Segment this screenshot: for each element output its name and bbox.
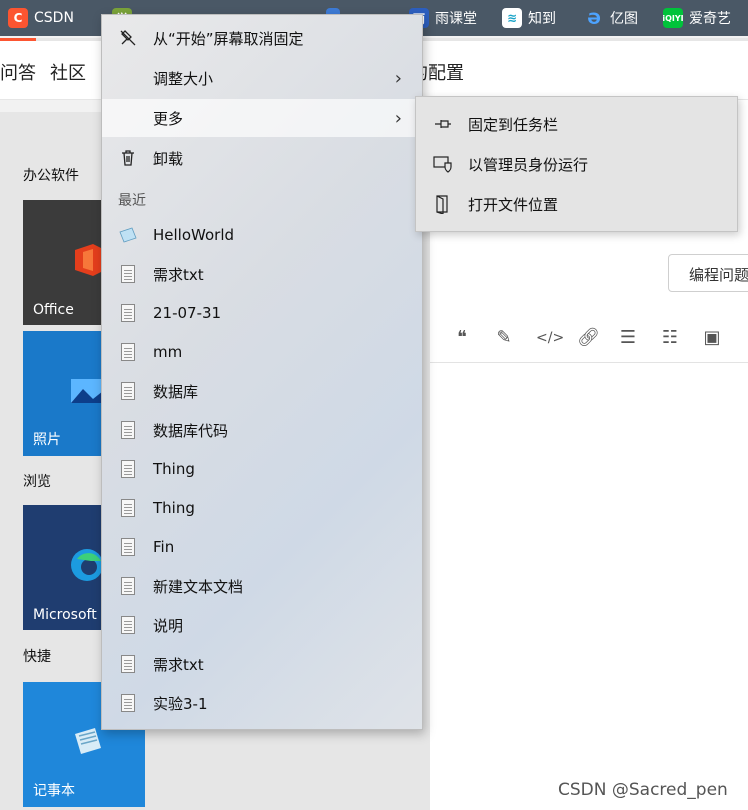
recent-item-label: Thing bbox=[153, 499, 195, 517]
document-icon bbox=[118, 537, 138, 557]
nav-item-shequ[interactable]: 社区 bbox=[50, 59, 86, 85]
document-icon bbox=[118, 654, 138, 674]
menu-item-unpin[interactable]: 从“开始”屏幕取消固定 bbox=[102, 19, 422, 57]
recent-item-label: 实验3-1 bbox=[153, 694, 208, 713]
bookmark-label: 雨课堂 bbox=[435, 11, 477, 27]
quote-icon[interactable]: ❝ bbox=[452, 328, 472, 348]
recent-item[interactable]: 实验3-1 bbox=[102, 684, 422, 722]
document-icon bbox=[118, 420, 138, 440]
document-icon bbox=[118, 693, 138, 713]
tile-label: 记事本 bbox=[33, 783, 75, 799]
submenu-item-label: 以管理员身份运行 bbox=[468, 155, 589, 174]
recent-item[interactable]: 需求txt bbox=[102, 645, 422, 683]
bookmark-yitu[interactable]: Ə 亿图 bbox=[584, 0, 638, 36]
menu-item-more[interactable]: 更多 › bbox=[102, 99, 422, 137]
document-icon bbox=[118, 615, 138, 635]
tile-label: 照片 bbox=[33, 432, 61, 448]
trash-icon bbox=[118, 148, 138, 168]
link-icon[interactable]: 🔗︎ bbox=[577, 328, 600, 348]
tile-label: Microsoft bbox=[33, 607, 97, 623]
csdn-logo-icon: C bbox=[8, 8, 28, 28]
submenu-item-label: 打开文件位置 bbox=[468, 195, 559, 214]
chevron-right-icon: › bbox=[394, 67, 402, 89]
recent-item-label: 数据库 bbox=[153, 382, 199, 401]
submenu-item-run-as-admin[interactable]: 以管理员身份运行 bbox=[416, 145, 737, 183]
submenu-item-pin-taskbar[interactable]: 固定到任务栏 bbox=[416, 105, 737, 143]
programming-question-button[interactable]: 编程问题 bbox=[668, 254, 748, 292]
document-icon bbox=[118, 498, 138, 518]
pin-taskbar-icon bbox=[433, 114, 453, 134]
iqiyi-icon: iQIYI bbox=[662, 8, 684, 28]
open-folder-icon bbox=[433, 194, 453, 214]
submenu-item-open-location[interactable]: 打开文件位置 bbox=[416, 185, 737, 223]
bookmark-zhidao[interactable]: ≋ 知到 bbox=[502, 0, 556, 36]
recent-item[interactable]: 21-07-31 bbox=[102, 294, 422, 332]
menu-item-label: 更多 bbox=[153, 109, 184, 128]
recent-item-label: 需求txt bbox=[153, 655, 204, 674]
recent-item-label: 数据库代码 bbox=[153, 421, 229, 440]
group-label-browse: 浏览 bbox=[23, 474, 51, 490]
recent-item-label: mm bbox=[153, 343, 183, 361]
recent-item-label: 需求txt bbox=[153, 265, 204, 284]
chevron-right-icon: › bbox=[394, 107, 402, 129]
recent-item-label: 说明 bbox=[153, 616, 184, 635]
nav-active-underline bbox=[0, 38, 36, 41]
group-label-office: 办公软件 bbox=[23, 168, 79, 184]
bookmark-iqiyi[interactable]: iQIYI 爱奇艺 bbox=[662, 0, 731, 36]
recent-item[interactable]: Fin bbox=[102, 528, 422, 566]
watermark: CSDN @Sacred_pen bbox=[558, 780, 728, 800]
document-icon bbox=[118, 459, 138, 479]
recent-item[interactable]: 说明 bbox=[102, 606, 422, 644]
editor-divider bbox=[430, 362, 748, 363]
menu-item-label: 卸载 bbox=[153, 149, 184, 168]
notepad-icon bbox=[118, 225, 138, 245]
context-menu: 从“开始”屏幕取消固定 调整大小 › 更多 › 卸载 最近 HelloWorld… bbox=[101, 14, 423, 730]
code-icon[interactable]: </> bbox=[536, 328, 564, 348]
yitu-icon: Ə bbox=[587, 8, 601, 28]
recent-item[interactable]: Thing bbox=[102, 450, 422, 488]
numbered-list-icon[interactable]: ☷ bbox=[660, 328, 680, 348]
recent-item[interactable]: 数据库代码 bbox=[102, 411, 422, 449]
image-icon[interactable]: ▣ bbox=[702, 328, 722, 348]
recent-item[interactable]: HelloWorld bbox=[102, 216, 422, 254]
nav-item-wenda[interactable]: 问答 bbox=[0, 59, 36, 85]
bookmark-label: CSDN bbox=[34, 10, 74, 26]
recent-item[interactable]: 新建文本文档 bbox=[102, 567, 422, 605]
menu-item-label: 从“开始”屏幕取消固定 bbox=[153, 29, 304, 48]
bullet-list-icon[interactable]: ☰ bbox=[618, 328, 638, 348]
recent-item[interactable]: 需求txt bbox=[102, 255, 422, 293]
tile-label: Office bbox=[33, 302, 74, 318]
admin-shield-icon bbox=[433, 154, 453, 174]
more-submenu: 固定到任务栏 以管理员身份运行 打开文件位置 bbox=[415, 96, 738, 232]
group-label-shortcut: 快捷 bbox=[23, 649, 51, 665]
submenu-item-label: 固定到任务栏 bbox=[468, 115, 559, 134]
document-icon bbox=[118, 381, 138, 401]
unpin-icon bbox=[118, 28, 138, 48]
document-icon bbox=[118, 303, 138, 323]
bookmark-label: 爱奇艺 bbox=[689, 11, 731, 27]
recent-item-label: 新建文本文档 bbox=[153, 577, 244, 596]
document-icon bbox=[118, 342, 138, 362]
bookmark-label: 知到 bbox=[528, 11, 556, 27]
document-icon bbox=[118, 264, 138, 284]
zhidao-icon: ≋ bbox=[502, 8, 522, 28]
recent-item-label: HelloWorld bbox=[153, 226, 235, 244]
recent-section-title: 最近 bbox=[118, 193, 146, 209]
recent-item[interactable]: mm bbox=[102, 333, 422, 371]
recent-item[interactable]: 数据库 bbox=[102, 372, 422, 410]
recent-item-label: Thing bbox=[153, 460, 195, 478]
recent-item-label: 21-07-31 bbox=[153, 304, 222, 322]
bookmark-label: 亿图 bbox=[610, 11, 638, 27]
recent-item[interactable]: Thing bbox=[102, 489, 422, 527]
recent-item-label: Fin bbox=[153, 538, 175, 556]
bookmark-csdn[interactable]: C CSDN bbox=[8, 0, 74, 36]
menu-item-resize[interactable]: 调整大小 › bbox=[102, 59, 422, 97]
document-icon bbox=[118, 576, 138, 596]
menu-item-label: 调整大小 bbox=[153, 69, 214, 88]
format-brush-icon[interactable]: ✎ bbox=[494, 328, 514, 348]
menu-item-uninstall[interactable]: 卸载 bbox=[102, 139, 422, 177]
